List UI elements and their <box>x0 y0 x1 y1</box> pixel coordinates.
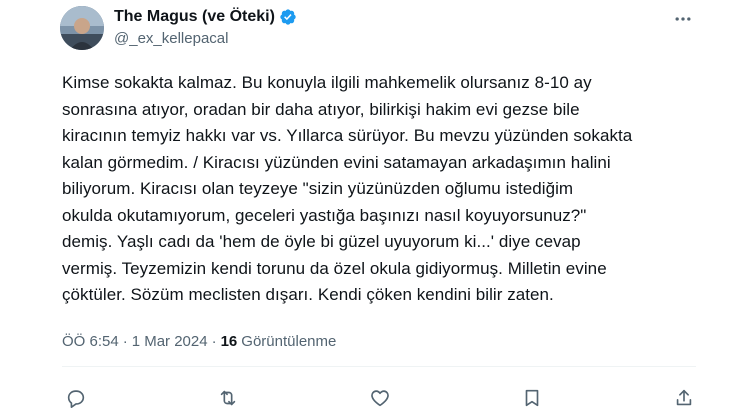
meta-separator: · <box>211 333 217 350</box>
tweet-meta: ÖÖ 6:54 · 1 Mar 2024 · 16 Görüntülenme <box>62 333 336 350</box>
bookmark-button[interactable] <box>518 386 546 414</box>
views-count: 16 <box>220 333 238 350</box>
action-bar <box>62 385 698 415</box>
share-button[interactable] <box>670 386 698 414</box>
tweet-date[interactable]: 1 Mar 2024 <box>132 333 208 350</box>
reply-icon <box>65 387 87 414</box>
retweet-icon <box>217 387 239 414</box>
more-icon[interactable] <box>672 8 694 30</box>
author-handle[interactable]: @_ex_kellepacal <box>114 30 228 47</box>
bookmark-icon <box>521 387 543 414</box>
tweet-text: Kimse sokakta kalmaz. Bu konuyla ilgili … <box>62 73 633 304</box>
author-display-name[interactable]: The Magus (ve Öteki) <box>114 8 275 26</box>
share-icon <box>673 387 695 414</box>
author-name-row: The Magus (ve Öteki) <box>114 6 297 28</box>
divider <box>62 366 696 367</box>
like-icon <box>369 387 391 414</box>
meta-separator: · <box>122 333 128 350</box>
verified-badge-icon <box>279 8 297 26</box>
retweet-button[interactable] <box>214 386 242 414</box>
views-label: Görüntülenme <box>241 333 337 350</box>
like-button[interactable] <box>366 386 394 414</box>
tweet-time[interactable]: ÖÖ 6:54 <box>62 333 119 350</box>
avatar[interactable] <box>60 6 104 50</box>
reply-button[interactable] <box>62 386 90 414</box>
tweet: The Magus (ve Öteki) @_ex_kellepacal Kim… <box>0 0 730 420</box>
